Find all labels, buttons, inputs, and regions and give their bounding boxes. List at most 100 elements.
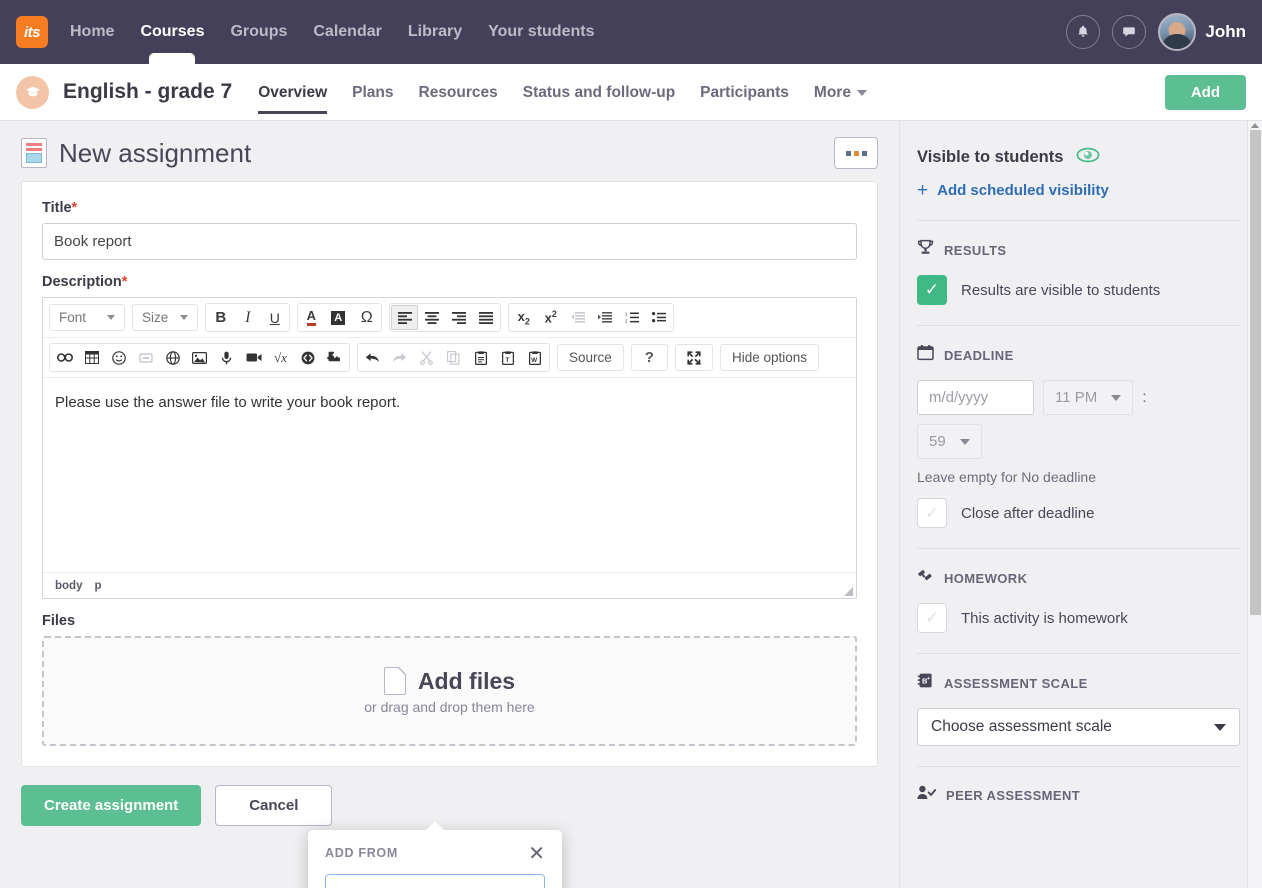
nav-link-groups[interactable]: Groups xyxy=(230,19,287,45)
eye-icon[interactable] xyxy=(1076,147,1100,168)
form-actions: Create assignment Cancel xyxy=(21,785,878,826)
globe-icon[interactable] xyxy=(159,345,186,370)
element-path-p[interactable]: p xyxy=(94,580,101,592)
tab-resources[interactable]: Resources xyxy=(419,66,498,118)
calendar-icon xyxy=(917,344,934,366)
close-icon[interactable]: ✕ xyxy=(528,844,545,864)
deadline-hour-select[interactable]: 11 PM xyxy=(1043,380,1134,415)
paste-icon[interactable] xyxy=(467,345,494,370)
numbered-list-icon[interactable]: 12 xyxy=(618,305,645,330)
tab-participants[interactable]: Participants xyxy=(700,66,789,118)
homework-row[interactable]: ✓ This activity is homework xyxy=(917,603,1240,633)
plugin-icon[interactable] xyxy=(321,345,348,370)
microphone-icon[interactable] xyxy=(213,345,240,370)
close-after-deadline-row[interactable]: ✓ Close after deadline xyxy=(917,498,1240,528)
required-marker: * xyxy=(121,274,128,290)
align-right-icon[interactable] xyxy=(445,305,472,330)
decrease-indent-icon[interactable] xyxy=(564,305,591,330)
scroll-up-arrow-icon[interactable] xyxy=(1251,123,1259,128)
peer-assessment-section-header: PEER ASSESSMENT xyxy=(917,785,1240,805)
sidebar-scrollbar[interactable] xyxy=(1247,121,1262,888)
tab-status-and-follow-up[interactable]: Status and follow-up xyxy=(523,66,675,118)
close-after-deadline-checkbox[interactable]: ✓ xyxy=(917,498,947,528)
page-break-icon[interactable] xyxy=(132,345,159,370)
chat-icon[interactable] xyxy=(1112,15,1147,49)
math-icon[interactable]: √x xyxy=(267,345,294,370)
image-icon[interactable] xyxy=(186,345,213,370)
chevron-down-icon xyxy=(1111,394,1122,401)
nav-link-library[interactable]: Library xyxy=(408,19,462,45)
smiley-icon[interactable] xyxy=(105,345,132,370)
italic-icon[interactable]: I xyxy=(234,305,261,330)
element-path-body[interactable]: body xyxy=(55,580,82,592)
nav-link-calendar[interactable]: Calendar xyxy=(313,19,381,45)
embed-code-icon[interactable] xyxy=(294,345,321,370)
table-icon[interactable] xyxy=(78,345,105,370)
title-input[interactable] xyxy=(42,223,857,260)
document-icon xyxy=(21,138,47,168)
superscript-icon[interactable]: x2 xyxy=(537,305,564,330)
user-menu[interactable]: John xyxy=(1158,13,1246,51)
tab-more[interactable]: More xyxy=(814,66,867,118)
redo-icon[interactable] xyxy=(386,345,413,370)
hide-options-button[interactable]: Hide options xyxy=(719,344,820,371)
help-button[interactable]: ? xyxy=(630,344,668,371)
add-scheduled-visibility-link[interactable]: + Add scheduled visibility xyxy=(917,181,1240,200)
results-visible-row[interactable]: ✓ Results are visible to students xyxy=(917,275,1240,305)
username-label: John xyxy=(1205,22,1246,41)
nav-link-home[interactable]: Home xyxy=(70,19,114,45)
assignment-title: New assignment xyxy=(59,137,252,168)
deadline-minute-select[interactable]: 59 xyxy=(917,424,982,459)
tab-plans[interactable]: Plans xyxy=(352,66,393,118)
paste-word-icon[interactable]: W xyxy=(521,345,548,370)
insert-group: √x xyxy=(49,343,350,372)
deadline-minute-row: 59 xyxy=(917,424,1240,459)
modal-title: ADD FROM xyxy=(325,846,398,860)
file-dropzone[interactable]: Add files or drag and drop them here xyxy=(42,636,857,746)
source-button[interactable]: Source xyxy=(557,344,624,371)
background-color-icon[interactable]: A xyxy=(326,305,353,330)
app-logo[interactable]: its xyxy=(16,16,48,48)
link-icon[interactable] xyxy=(51,345,78,370)
paste-text-icon[interactable]: T xyxy=(494,345,521,370)
scrollbar-thumb[interactable] xyxy=(1250,130,1261,615)
cut-icon[interactable] xyxy=(413,345,440,370)
results-visible-checkbox[interactable]: ✓ xyxy=(917,275,947,305)
text-color-icon[interactable]: A xyxy=(299,305,326,330)
modal-option-files[interactable]: Files xyxy=(325,874,545,888)
nav-link-courses[interactable]: Courses xyxy=(140,19,204,45)
undo-icon[interactable] xyxy=(359,345,386,370)
homework-checkbox[interactable]: ✓ xyxy=(917,603,947,633)
align-left-icon[interactable] xyxy=(391,305,419,330)
editor-toolbar-row-1: Font Size B I U A A Ω x2 x2 1 2 xyxy=(43,298,856,338)
bulleted-list-icon[interactable] xyxy=(645,305,672,330)
chevron-down-icon xyxy=(107,315,115,320)
avatar xyxy=(1158,13,1197,51)
trophy-icon xyxy=(917,239,934,261)
create-assignment-button[interactable]: Create assignment xyxy=(21,785,202,826)
cancel-button[interactable]: Cancel xyxy=(215,785,333,826)
assessment-scale-select[interactable]: Choose assessment scale xyxy=(917,708,1240,746)
video-icon[interactable] xyxy=(240,345,267,370)
description-editor-area[interactable]: Please use the answer file to write your… xyxy=(43,377,856,572)
increase-indent-icon[interactable] xyxy=(591,305,618,330)
copy-icon[interactable] xyxy=(440,345,467,370)
nav-link-your-students[interactable]: Your students xyxy=(488,19,594,45)
deadline-date-input[interactable]: m/d/yyyy xyxy=(917,380,1034,415)
underline-icon[interactable]: U xyxy=(261,305,288,330)
resize-handle-icon[interactable] xyxy=(844,587,853,596)
homework-label: This activity is homework xyxy=(961,609,1128,627)
align-center-icon[interactable] xyxy=(418,305,445,330)
font-select[interactable]: Font xyxy=(49,304,125,331)
bell-icon[interactable] xyxy=(1066,15,1101,49)
special-character-icon[interactable]: Ω xyxy=(353,305,380,330)
maximize-icon[interactable] xyxy=(674,344,713,371)
tab-overview[interactable]: Overview xyxy=(258,66,327,118)
subscript-icon[interactable]: x2 xyxy=(510,305,537,330)
files-field-group: Files Add files or drag and drop them he… xyxy=(42,613,857,746)
bold-icon[interactable]: B xyxy=(207,305,234,330)
ellipsis-icon[interactable] xyxy=(834,137,878,169)
justify-icon[interactable] xyxy=(472,305,499,330)
size-select[interactable]: Size xyxy=(132,304,199,331)
add-button[interactable]: Add xyxy=(1164,74,1246,110)
